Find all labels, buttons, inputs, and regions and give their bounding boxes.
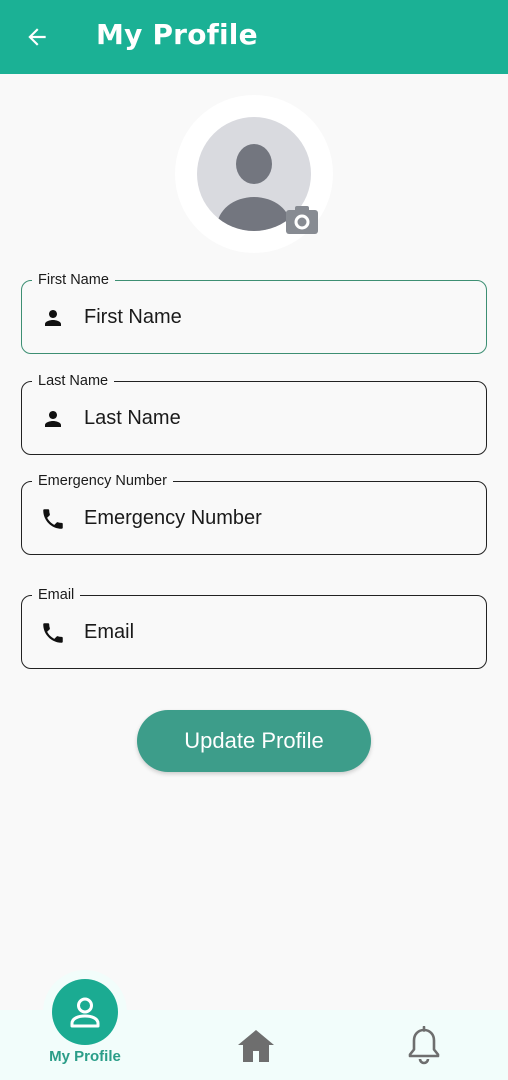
page-title: My Profile: [96, 18, 258, 51]
bell-icon: [408, 1025, 440, 1065]
camera-icon: [286, 206, 318, 234]
first-name-field[interactable]: First Name: [21, 270, 487, 354]
person-icon: [40, 305, 66, 331]
avatar-container: [175, 95, 333, 253]
phone-icon: [40, 506, 66, 532]
emergency-number-label: Emergency Number: [32, 471, 173, 491]
first-name-label: First Name: [32, 270, 115, 290]
email-field[interactable]: Email: [21, 585, 487, 669]
last-name-field[interactable]: Last Name: [21, 371, 487, 455]
nav-item-notifications[interactable]: [406, 1025, 442, 1066]
person-outline-icon: [70, 997, 100, 1028]
back-button[interactable]: [22, 22, 52, 52]
nav-item-home[interactable]: [236, 1026, 276, 1066]
phone-icon: [40, 620, 66, 646]
person-icon: [40, 406, 66, 432]
first-name-input[interactable]: [84, 301, 464, 333]
app-bar: My Profile: [0, 0, 508, 74]
update-profile-button[interactable]: Update Profile: [137, 710, 371, 772]
last-name-input[interactable]: [84, 402, 464, 434]
change-photo-button[interactable]: [284, 204, 320, 236]
home-icon: [238, 1030, 274, 1062]
emergency-number-input[interactable]: [84, 502, 464, 534]
last-name-label: Last Name: [32, 371, 115, 391]
arrow-left-icon: [28, 28, 46, 46]
email-label: Email: [32, 585, 81, 605]
nav-item-my-profile[interactable]: [52, 979, 118, 1045]
nav-my-profile-label: My Profile: [49, 1048, 121, 1065]
email-input[interactable]: [84, 616, 464, 648]
emergency-number-field[interactable]: Emergency Number: [21, 471, 487, 555]
